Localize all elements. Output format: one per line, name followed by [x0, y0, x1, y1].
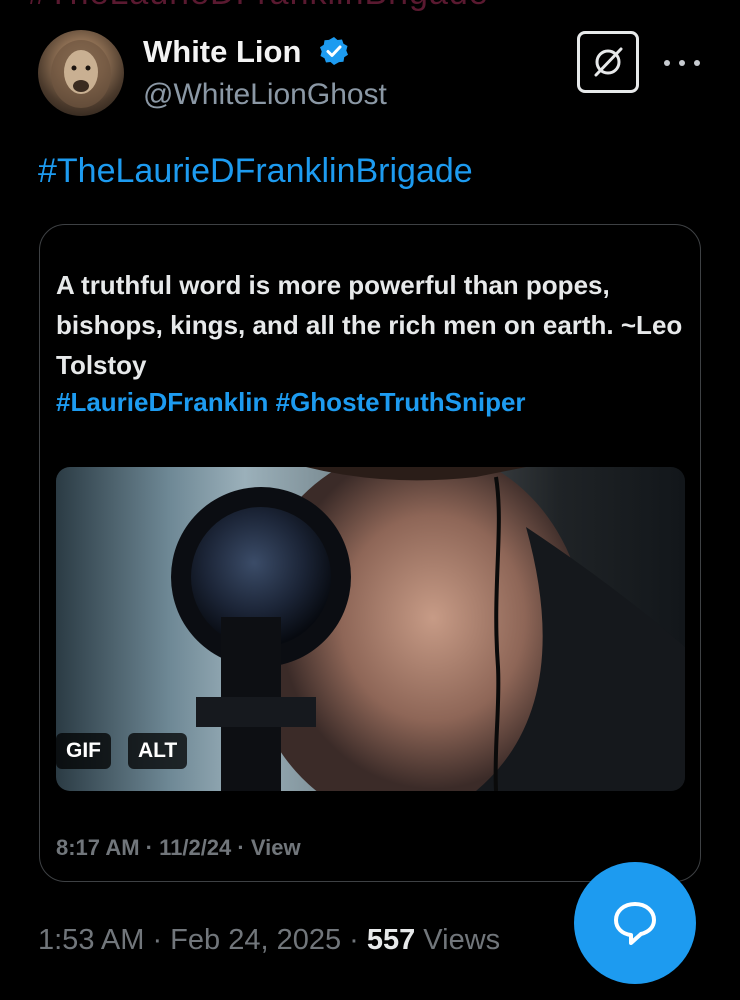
verified-badge-icon[interactable] [318, 35, 350, 67]
grok-icon [594, 47, 623, 77]
alt-text-badge[interactable]: ALT [128, 733, 188, 769]
more-horizontal-icon-dot [694, 60, 700, 66]
more-options-button[interactable] [664, 48, 700, 78]
post-timestamp[interactable]: 1:53 AM · Feb 24, 2025 · [38, 924, 367, 956]
reply-bubble-icon [614, 902, 656, 945]
quoted-post-meta[interactable]: 8:17 AM · 11/2/24 · View [56, 835, 301, 861]
post-meta: 1:53 AM · Feb 24, 2025 · 557 Views [38, 924, 500, 957]
views-label: Views [415, 924, 501, 956]
more-horizontal-icon-dot [679, 60, 685, 66]
post-hashtag-link[interactable]: #TheLaurieDFranklinBrigade [38, 152, 473, 191]
quoted-post-text: A truthful word is more powerful than po… [56, 270, 683, 380]
author-name[interactable]: White Lion [143, 34, 301, 70]
grok-button[interactable] [577, 31, 639, 93]
author-handle[interactable]: @WhiteLionGhost [143, 78, 387, 112]
more-horizontal-icon-dot [664, 60, 670, 66]
views-count: 557 [366, 924, 416, 956]
previous-post-hashtag-partial: #TheLaurieDFranklinBrigade [28, 0, 489, 13]
reply-fab-button[interactable] [574, 862, 696, 984]
avatar[interactable] [38, 30, 124, 116]
gif-badge[interactable]: GIF [56, 733, 111, 769]
quoted-post-hashtags[interactable]: #LaurieDFranklin #GhosteTruthSniper [56, 387, 526, 418]
quoted-post-card[interactable]: A truthful word is more powerful than po… [39, 224, 701, 882]
lion-avatar-icon [51, 40, 111, 108]
